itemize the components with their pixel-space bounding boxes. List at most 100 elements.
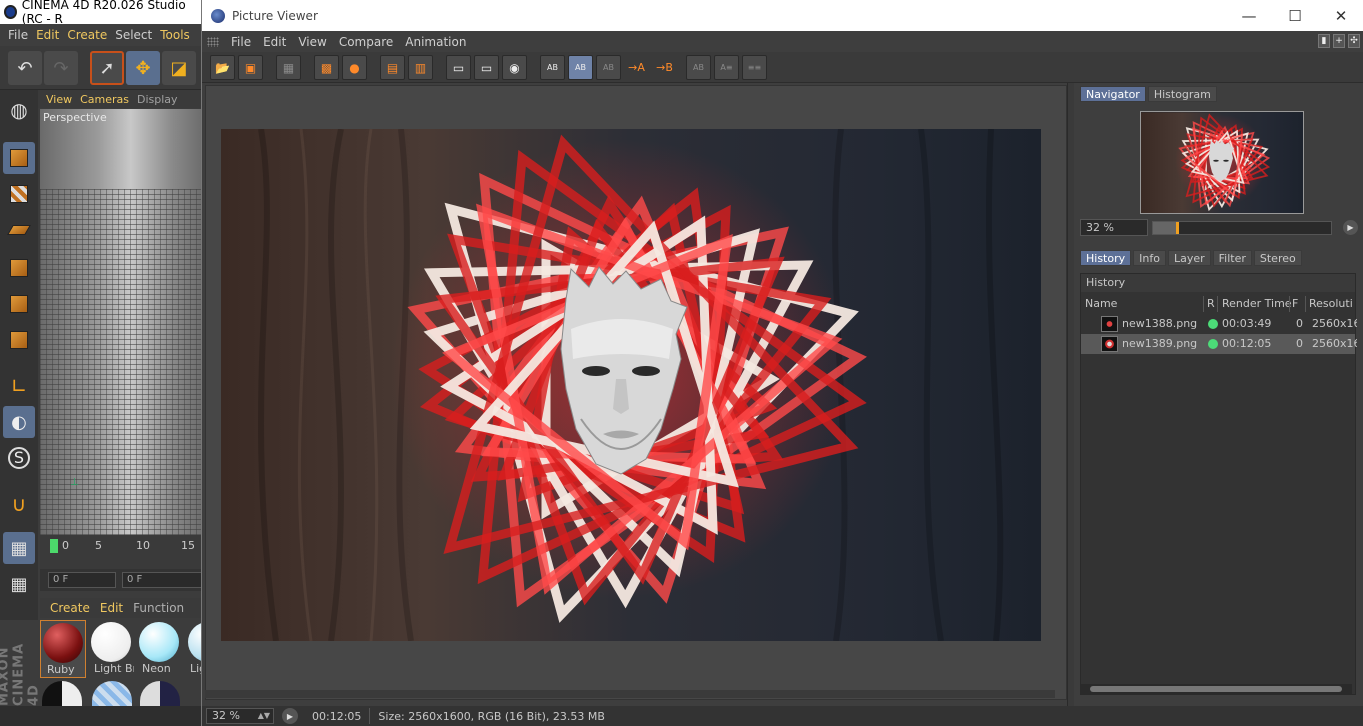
spinner-arrows-icon[interactable]: ▲▼: [258, 709, 270, 723]
c4d-menu-file[interactable]: File: [8, 28, 28, 42]
planar-workplane-icon[interactable]: ▦: [3, 568, 35, 600]
zoom-field[interactable]: 32 % ▲▼: [206, 708, 274, 724]
navigator-zoom-slider[interactable]: [1152, 221, 1332, 235]
menu-view[interactable]: View: [298, 35, 326, 49]
save-icon[interactable]: ▣: [238, 55, 263, 80]
material-preview: [43, 623, 83, 663]
scrollbar-thumb[interactable]: [1090, 686, 1342, 692]
maximize-button[interactable]: ☐: [1272, 0, 1318, 31]
tab-filter[interactable]: Filter: [1212, 250, 1252, 266]
undo-icon[interactable]: ↶: [8, 51, 42, 85]
viewport-menu-cameras[interactable]: Cameras: [80, 93, 129, 106]
zoom-slider-knob[interactable]: [1176, 222, 1180, 234]
minimize-button[interactable]: —: [1226, 0, 1272, 31]
column-name[interactable]: Name: [1085, 297, 1117, 310]
c4d-menu-edit[interactable]: Edit: [36, 28, 59, 42]
stop-render-icon[interactable]: ▤: [380, 55, 405, 80]
menu-file[interactable]: File: [231, 35, 251, 49]
column-resolution[interactable]: Resoluti: [1309, 297, 1353, 310]
filter-icon[interactable]: ≡≡: [742, 55, 767, 80]
close-button[interactable]: ✕: [1318, 0, 1363, 31]
live-selection-icon[interactable]: ➚: [90, 51, 124, 85]
zoom-apply-icon[interactable]: ▶: [1343, 220, 1358, 235]
image-canvas[interactable]: [205, 85, 1067, 700]
tab-histogram[interactable]: Histogram: [1147, 86, 1217, 102]
material-neon[interactable]: Neon: [136, 620, 182, 678]
move-tool-icon[interactable]: ✥: [126, 51, 160, 85]
resize-icon[interactable]: ✣: [1348, 34, 1360, 48]
timeline-playhead[interactable]: [50, 539, 58, 553]
view-settings-icon[interactable]: ◉: [502, 55, 527, 80]
history-horizontal-scrollbar[interactable]: [1080, 684, 1352, 694]
material-preview[interactable]: [92, 681, 132, 706]
layout-icon[interactable]: ▮: [1318, 34, 1330, 48]
material-light-bright[interactable]: Light Br: [88, 620, 134, 678]
tab-stereo[interactable]: Stereo: [1253, 250, 1302, 266]
swap-ab-icon[interactable]: AB: [686, 55, 711, 80]
compare-split-icon[interactable]: AB: [568, 55, 593, 80]
zoom-slider-fill: [1153, 222, 1177, 234]
add-panel-icon[interactable]: +: [1333, 34, 1345, 48]
tab-info[interactable]: Info: [1133, 250, 1166, 266]
history-row-resolution: 2560x16: [1312, 337, 1357, 350]
history-row-selected[interactable]: new1389.png 00:12:05 0 2560x16: [1081, 334, 1357, 354]
menu-animation[interactable]: Animation: [405, 35, 466, 49]
material-menu-create[interactable]: Create: [50, 601, 90, 615]
viewport-menu-display[interactable]: Display: [137, 93, 178, 106]
navigator-thumbnail[interactable]: [1140, 111, 1304, 214]
column-f[interactable]: F: [1292, 297, 1298, 310]
globe-icon[interactable]: ◍: [3, 94, 35, 126]
perspective-viewport[interactable]: Perspective ⊥: [40, 109, 205, 535]
c4d-menu-create[interactable]: Create: [67, 28, 107, 42]
menu-edit[interactable]: Edit: [263, 35, 286, 49]
text-overlay-icon[interactable]: A≡: [714, 55, 739, 80]
tweak-icon[interactable]: ◐: [3, 406, 35, 438]
polygons-mode-icon[interactable]: [3, 324, 35, 356]
viewport-menu-view[interactable]: View: [46, 93, 72, 106]
points-mode-icon[interactable]: [3, 252, 35, 284]
canvas-horizontal-scrollbar[interactable]: [205, 690, 1055, 698]
material-preview[interactable]: [42, 681, 82, 706]
material-preview: [91, 622, 131, 662]
material-ruby[interactable]: Ruby: [40, 620, 86, 678]
compare-diff-icon[interactable]: AB: [596, 55, 621, 80]
render-region-icon[interactable]: ▩: [314, 55, 339, 80]
play-icon[interactable]: ▶: [282, 708, 298, 724]
single-view-icon[interactable]: ▭: [446, 55, 471, 80]
history-row[interactable]: new1388.png 00:03:49 0 2560x16: [1081, 314, 1357, 334]
magnet-icon[interactable]: ∪: [3, 488, 35, 520]
snap-icon[interactable]: S: [3, 442, 35, 474]
menu-compare[interactable]: Compare: [339, 35, 393, 49]
c4d-menu-tools[interactable]: Tools: [160, 28, 190, 42]
compare-ab-icon[interactable]: AB: [540, 55, 565, 80]
scale-tool-icon[interactable]: ◪: [162, 51, 196, 85]
current-frame-field[interactable]: 0 F: [122, 572, 202, 588]
panel-divider[interactable]: [1067, 83, 1074, 706]
set-b-icon[interactable]: →B: [652, 55, 677, 80]
column-r[interactable]: R: [1207, 297, 1215, 310]
lock-workplane-icon[interactable]: ▦: [3, 532, 35, 564]
column-render-time[interactable]: Render Time: [1222, 297, 1292, 310]
c4d-menu-select[interactable]: Select: [115, 28, 152, 42]
set-a-icon[interactable]: →A: [624, 55, 649, 80]
texture-mode-icon[interactable]: [3, 178, 35, 210]
open-file-icon[interactable]: 📂: [210, 55, 235, 80]
timeline[interactable]: 0 5 10 15: [40, 535, 205, 569]
workplane-icon[interactable]: [3, 214, 35, 246]
edges-mode-icon[interactable]: [3, 288, 35, 320]
start-frame-field[interactable]: 0 F: [48, 572, 116, 588]
tab-history[interactable]: History: [1080, 250, 1132, 266]
tab-layer[interactable]: Layer: [1167, 250, 1211, 266]
grid-view-icon[interactable]: ▦: [276, 55, 301, 80]
material-menu-function[interactable]: Function: [133, 601, 184, 615]
model-mode-icon[interactable]: [3, 142, 35, 174]
material-menu-edit[interactable]: Edit: [100, 601, 123, 615]
material-preview[interactable]: [140, 681, 180, 706]
axis-icon[interactable]: ∟: [3, 370, 35, 402]
tab-navigator[interactable]: Navigator: [1080, 86, 1146, 102]
render-queue-icon[interactable]: ▥: [408, 55, 433, 80]
redo-icon[interactable]: ↷: [44, 51, 78, 85]
dual-view-icon[interactable]: ▭: [474, 55, 499, 80]
render-icon[interactable]: ●: [342, 55, 367, 80]
navigator-zoom-field[interactable]: 32 %: [1080, 219, 1148, 236]
